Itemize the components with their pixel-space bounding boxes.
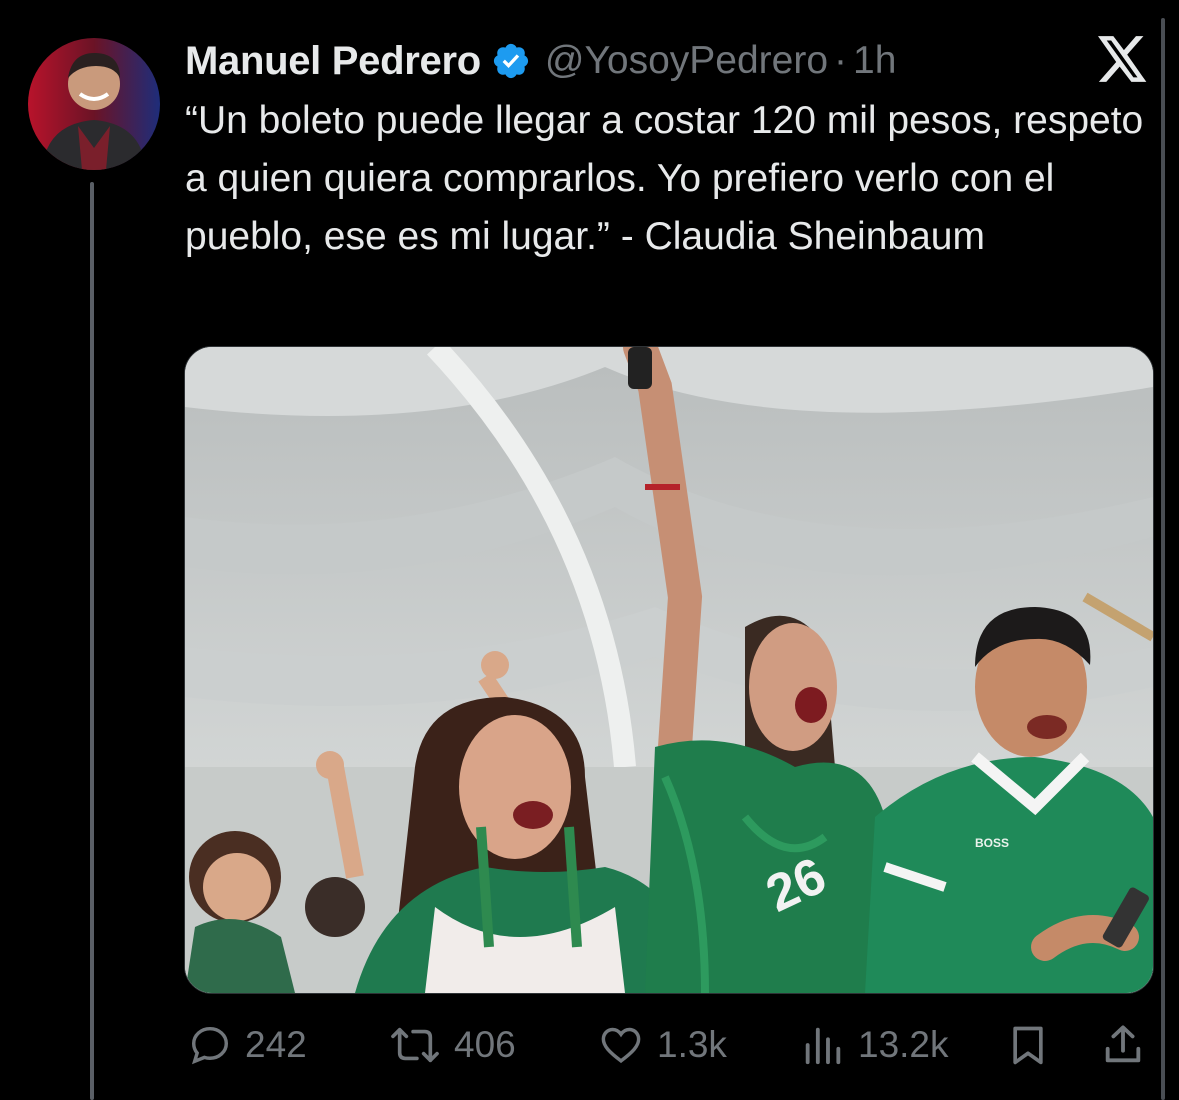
author-name[interactable]: Manuel Pedrero [185, 39, 481, 84]
bookmark-button[interactable] [1006, 1010, 1050, 1080]
action-bar: 242 406 1.3k 13.2k [0, 1010, 1179, 1080]
repost-button[interactable]: 406 [388, 1010, 516, 1080]
reply-count: 242 [245, 1024, 307, 1065]
heart-icon [601, 1027, 641, 1064]
separator-dot: · [834, 39, 848, 82]
tweet-text: “Un boleto puede llegar a costar 120 mil… [185, 99, 1144, 258]
like-count: 1.3k [657, 1024, 727, 1065]
x-logo-icon[interactable] [1098, 36, 1148, 82]
avatar[interactable] [28, 38, 160, 170]
views-icon [805, 1027, 841, 1065]
author-handle[interactable]: @YosoyPedrero [545, 39, 828, 83]
repost-count: 406 [454, 1024, 516, 1065]
thread-line [90, 182, 94, 1100]
tweet-header: Manuel Pedrero @YosoyPedrero · 1h [185, 36, 896, 86]
reply-icon [191, 1026, 229, 1065]
view-count: 13.2k [858, 1024, 949, 1065]
reply-button[interactable]: 242 [187, 1010, 307, 1080]
views-button[interactable]: 13.2k [800, 1010, 949, 1080]
verified-badge-icon [493, 43, 528, 79]
post-time[interactable]: 1h [853, 39, 896, 83]
bookmark-icon [1013, 1026, 1043, 1065]
tweet-photo[interactable]: 26 BOSS [184, 346, 1154, 994]
share-icon [1105, 1025, 1141, 1063]
like-button[interactable]: 1.3k [597, 1010, 727, 1080]
share-button[interactable] [1100, 1010, 1146, 1080]
shirt-brand: BOSS [975, 836, 1009, 850]
repost-icon [391, 1027, 439, 1063]
thread-line-right [1161, 18, 1165, 1100]
